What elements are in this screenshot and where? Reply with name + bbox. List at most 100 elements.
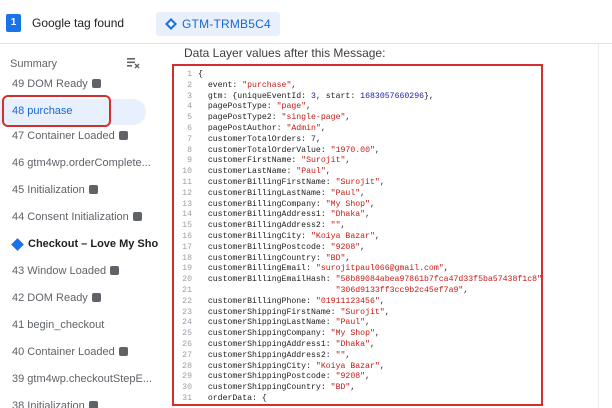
line-number: 24 <box>182 318 192 328</box>
code-text: customerFirstName: "Surojit", <box>198 156 351 166</box>
code-line: 19 customerBillingEmail: "surojitpaul066… <box>174 264 541 275</box>
gtm-diamond-icon <box>165 18 177 30</box>
message-type-icon <box>91 79 101 88</box>
code-text: customerBillingPostcode: "9208", <box>198 242 366 252</box>
clear-messages-icon[interactable] <box>126 56 140 70</box>
line-number: 13 <box>182 199 192 209</box>
message-type-icon <box>88 401 98 408</box>
line-number: 8 <box>187 145 192 155</box>
event-item-label: 49 DOM Ready <box>12 78 101 90</box>
container-count-badge[interactable]: 1 <box>6 14 21 32</box>
code-line: 17 customerBillingPostcode: "9208", <box>174 243 541 254</box>
line-number: 10 <box>182 167 192 177</box>
line-number: 22 <box>182 296 192 306</box>
purchase-highlight-box <box>2 95 111 127</box>
code-line: 27 customerShippingAddress2: "", <box>174 351 541 362</box>
datalayer-code-block: 1 {2 event: "purchase", 3 gtm: {uniqueEven… <box>172 64 543 406</box>
event-list-item[interactable]: 38 Initialization <box>0 394 158 408</box>
code-text: customerTotalOrders: 7, <box>198 134 321 144</box>
line-number: 19 <box>182 264 192 274</box>
code-text: customerBillingFirstName: "Surojit", <box>198 178 385 187</box>
event-item-label: 38 Initialization <box>12 400 98 408</box>
line-number: 26 <box>182 340 192 349</box>
message-type-icon <box>110 266 120 275</box>
code-text: customerShippingCountry: "BD", <box>198 383 356 393</box>
code-line: 15 customerBillingAddress2: "", <box>174 221 541 232</box>
line-number: 17 <box>182 242 192 252</box>
event-list-item[interactable]: 46 gtm4wp.orderComplete... <box>0 151 158 177</box>
code-text: customerShippingFirstName: "Surojit", <box>198 307 390 317</box>
code-line: 28 customerShippingCity: "Koiya Bazar", <box>174 362 541 373</box>
code-line: 6 pagePostAuthor: "Admin", <box>174 124 541 135</box>
event-item-label: 42 DOM Ready <box>12 292 101 304</box>
line-number: 25 <box>182 329 192 339</box>
code-line: 30 customerShippingCountry: "BD", <box>174 383 541 394</box>
code-line: 13 customerBillingCompany: "My Shop", <box>174 200 541 211</box>
event-item-label: Checkout – Love My Shop <box>28 238 158 250</box>
line-number: 2 <box>187 80 192 90</box>
line-number: 16 <box>182 232 192 241</box>
code-line: 5 pagePostType2: "single-page", <box>174 113 541 124</box>
code-line: 10 customerLastName: "Paul", <box>174 167 541 178</box>
line-number: 6 <box>187 124 192 133</box>
code-text: customerBillingAddress1: "Dhaka", <box>198 210 370 220</box>
code-text: { <box>198 70 203 79</box>
event-list-item[interactable]: 39 gtm4wp.checkoutStepE... <box>0 367 158 393</box>
code-text: orderData: { <box>198 394 267 403</box>
code-line: 18 customerBillingCountry: "BD", <box>174 254 541 265</box>
event-list-item[interactable]: 47 Container Loaded <box>0 124 158 150</box>
page-diamond-icon <box>11 238 24 251</box>
event-list-item[interactable]: 41 begin_checkout <box>0 313 158 339</box>
line-number: 5 <box>187 113 192 123</box>
code-line: 22 customerBillingPhone: "01911123456", <box>174 297 541 308</box>
line-number: 15 <box>182 221 192 231</box>
right-scrollbar[interactable] <box>598 44 612 408</box>
code-line: 24 customerShippingLastName: "Paul", <box>174 318 541 329</box>
event-list-item[interactable]: 45 Initialization <box>0 178 158 204</box>
code-text: customerLastName: "Paul", <box>198 167 331 177</box>
code-line: 26 customerShippingAddress1: "Dhaka", <box>174 340 541 351</box>
container-tab-label[interactable]: GTM-TRMB5C4 <box>182 17 271 31</box>
code-text: customerBillingCompany: "My Shop", <box>198 199 375 209</box>
line-number: 11 <box>182 178 192 187</box>
code-text: customerShippingAddress1: "Dhaka", <box>198 340 375 349</box>
code-text: customerShippingPostcode: "9208", <box>198 372 370 382</box>
line-number: 3 <box>187 91 192 101</box>
message-type-icon <box>91 293 101 302</box>
line-number: 1 <box>187 70 192 79</box>
line-number: 18 <box>182 253 192 263</box>
datalayer-title: Data Layer values after this Message: <box>184 46 386 60</box>
code-text: customerTotalOrderValue: "1970.00", <box>198 145 380 155</box>
code-text: customerBillingAddress2: "", <box>198 221 346 231</box>
code-text: customerBillingLastName: "Paul", <box>198 188 366 198</box>
summary-label[interactable]: Summary <box>10 58 57 70</box>
line-number: 27 <box>182 350 192 360</box>
code-text: customerBillingCity: "Koiya Bazar", <box>198 232 380 241</box>
line-number: 12 <box>182 188 192 198</box>
event-item-label: 47 Container Loaded <box>12 130 128 142</box>
event-item-label: 41 begin_checkout <box>12 319 105 331</box>
event-list-item[interactable]: 42 DOM Ready <box>0 286 158 312</box>
line-number: 30 <box>182 383 192 393</box>
code-text: customerBillingEmail: "surojitpaul066@gm… <box>198 264 449 274</box>
code-text: event: "purchase", <box>198 80 297 90</box>
code-line: 11 customerBillingFirstName: "Surojit", <box>174 178 541 189</box>
google-tag-found-label[interactable]: Google tag found <box>32 16 124 30</box>
event-item-label: 45 Initialization <box>12 184 98 196</box>
event-list-item[interactable]: 43 Window Loaded <box>0 259 158 285</box>
code-line: 23 customerShippingFirstName: "Surojit", <box>174 308 541 319</box>
event-list-item[interactable]: 40 Container Loaded <box>0 340 158 366</box>
code-text: "306d9133ff3cc9b2c45ef7a9", <box>335 286 469 295</box>
code-line: 21 "306d9133ff3cc9b2c45ef7a9", <box>174 286 541 297</box>
event-item-label: 39 gtm4wp.checkoutStepE... <box>12 373 153 385</box>
event-list-item[interactable]: 44 Consent Initialization <box>0 205 158 231</box>
line-number: 14 <box>182 210 192 220</box>
code-line: 29 customerShippingPostcode: "9208", <box>174 372 541 383</box>
top-bar: 1 Google tag found GTM-TRMB5C4 <box>0 0 612 44</box>
page-group-header[interactable]: Checkout – Love My Shop <box>0 232 158 258</box>
message-type-icon <box>118 131 128 140</box>
code-text: customerShippingAddress2: "", <box>198 350 351 360</box>
code-text: gtm: {uniqueEventId: 3, start: 168305766… <box>198 91 434 101</box>
code-text: customerBillingEmailHash: "58b89084abea9… <box>198 275 542 285</box>
line-number: 9 <box>187 156 192 166</box>
